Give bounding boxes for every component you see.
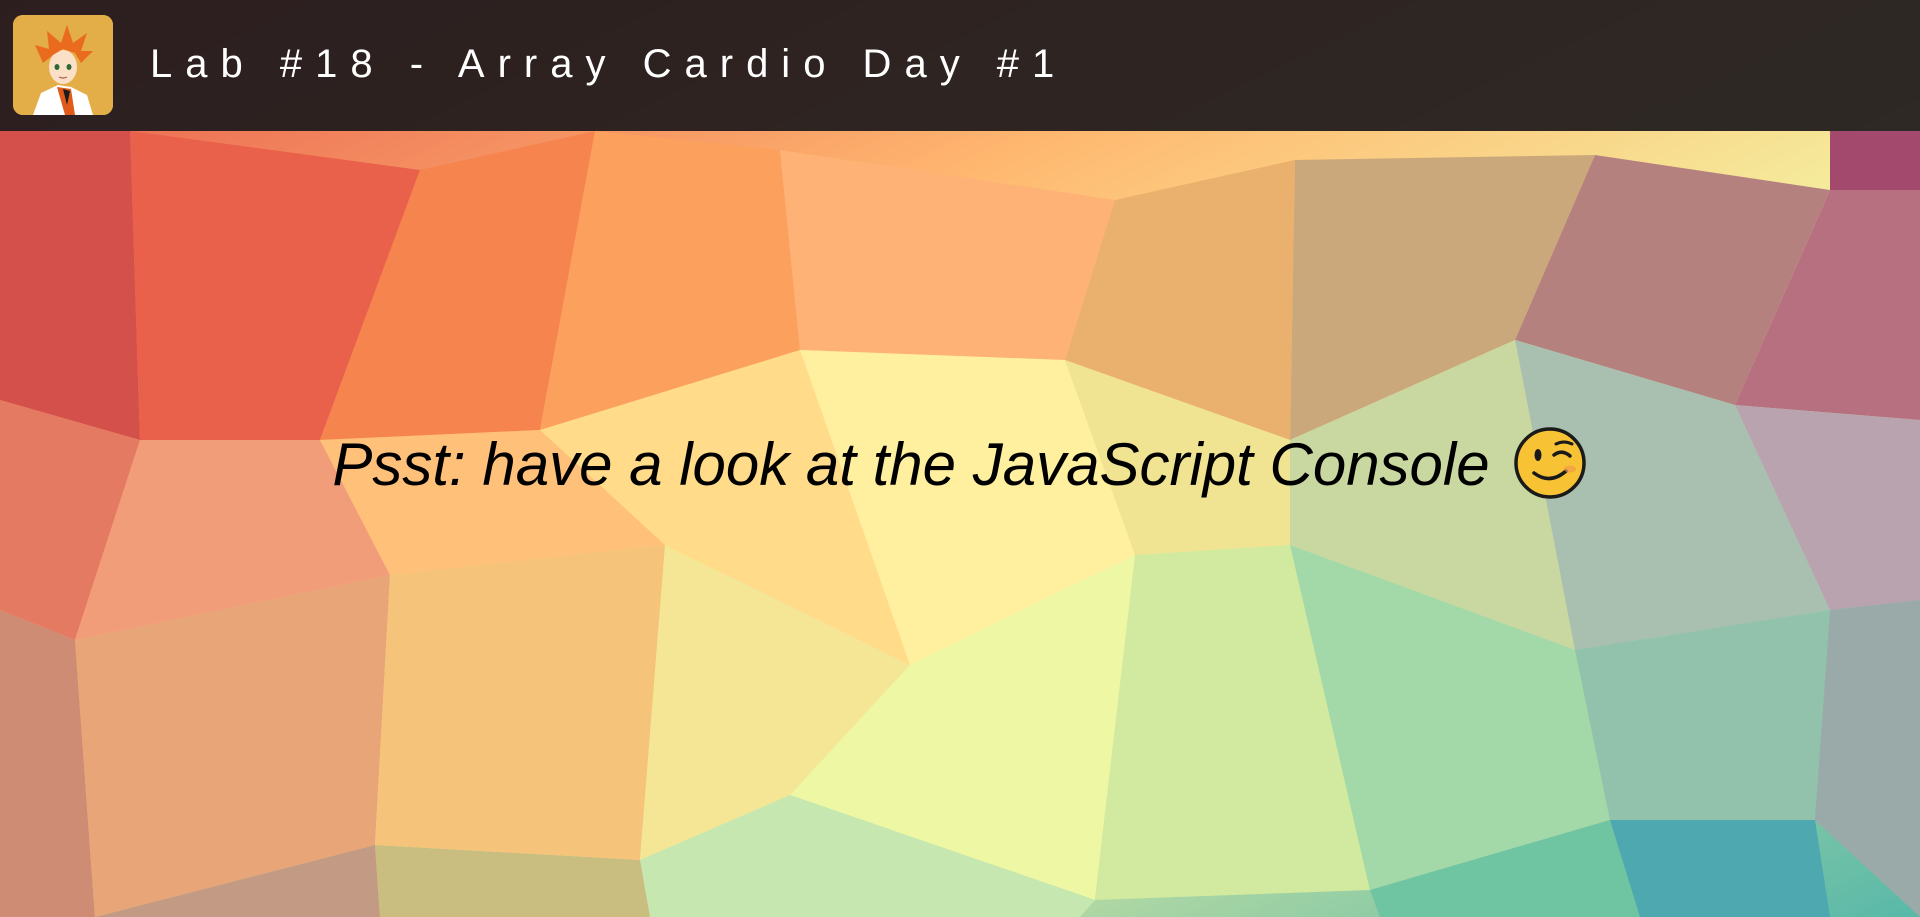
console-hint-text: Psst: have a look at the JavaScript Cons… [332, 431, 1490, 498]
console-hint-message: Psst: have a look at the JavaScript Cons… [0, 425, 1920, 505]
header-bar: Lab #18 - Array Cardio Day #1 [0, 0, 1920, 131]
winking-face-icon [1512, 425, 1588, 501]
anime-avatar-logo-icon [13, 15, 113, 115]
page-title: Lab #18 - Array Cardio Day #1 [150, 42, 1068, 86]
